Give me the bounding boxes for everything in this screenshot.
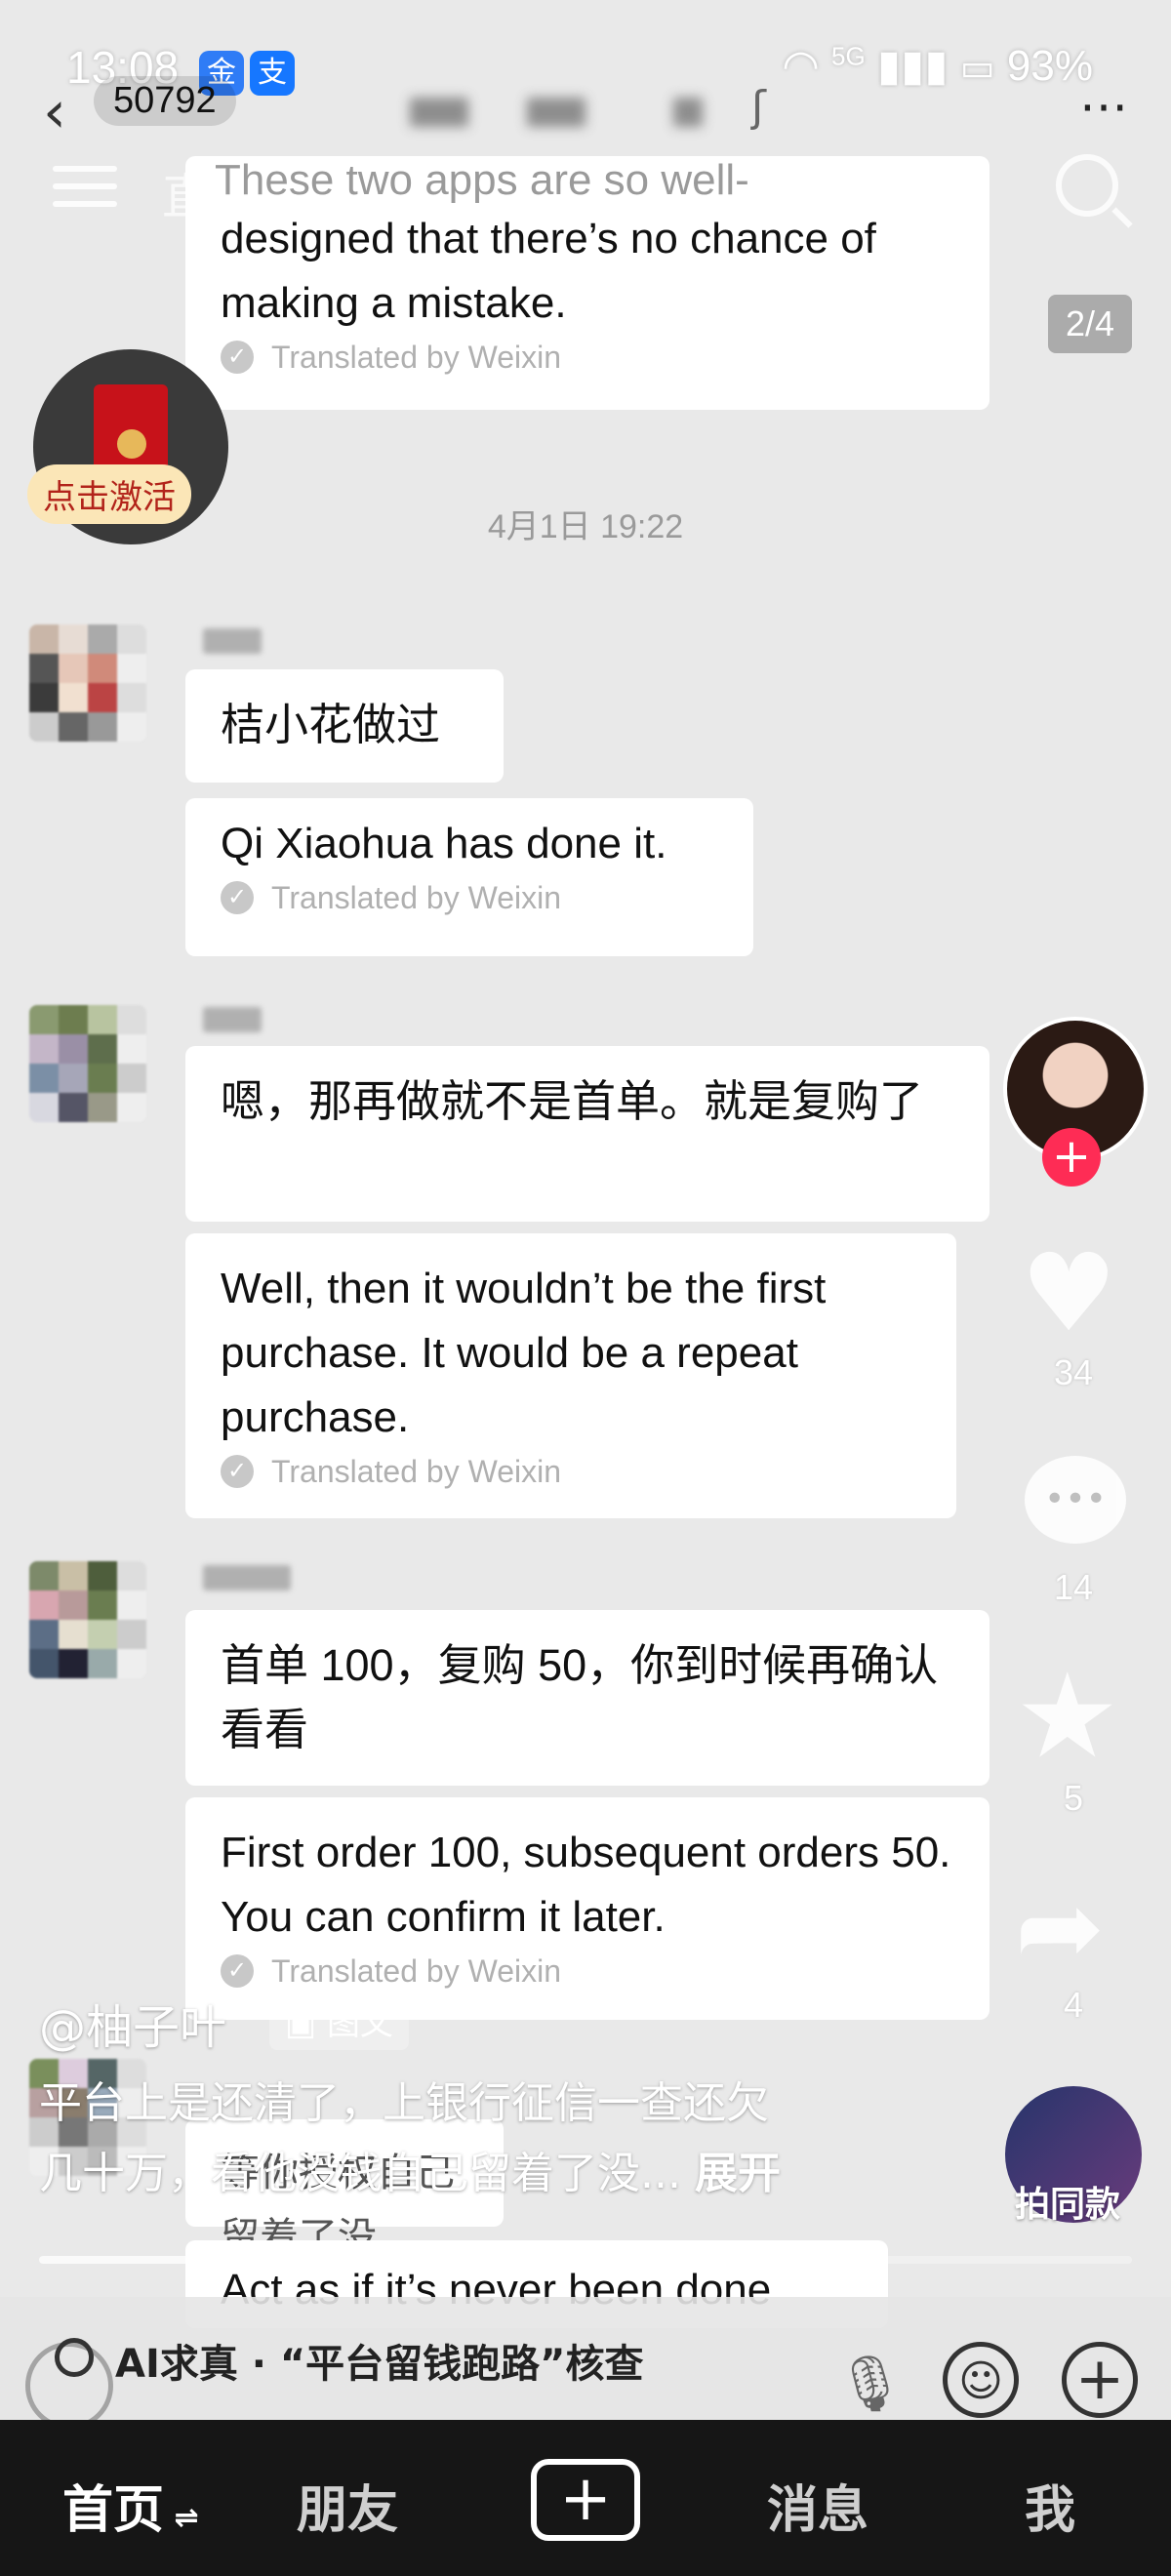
chat-bubble-translation: First order 100, subsequent orders 50. Y… (185, 1797, 989, 2020)
signal-icon: ▮▮▮ (876, 42, 949, 90)
check-icon: ✓ (221, 1455, 254, 1488)
translation-line-hidden: These two apps are so well- (215, 156, 749, 204)
share-icon[interactable]: ➦ (1015, 1873, 1105, 1981)
image-progress (39, 2256, 1132, 2264)
mic-icon[interactable]: 🎙 (835, 2352, 905, 2416)
blurred-title-2 (527, 98, 586, 127)
like-count: 34 (1053, 1352, 1094, 1392)
sender-name (203, 1007, 262, 1032)
blurred-title-3 (673, 98, 703, 127)
chat-bubble: 桔小花做过 (185, 669, 504, 783)
chat-bubble: 嗯，那再做就不是首单。就是复购了 (185, 1046, 989, 1222)
emoji-icon[interactable]: ☺ (943, 2342, 1019, 2418)
check-icon: ✓ (221, 341, 254, 374)
nav-home[interactable]: 首页 ⇌ (62, 2469, 199, 2542)
translation-text: Well, then it wouldn’t be the first purc… (221, 1265, 827, 1441)
search-icon (55, 2338, 94, 2377)
refresh-icon: ⇌ (164, 2501, 199, 2535)
chat-bubble: 首单 100，复购 50，你到时候再确认看看 (185, 1610, 989, 1786)
ai-search-text[interactable]: AI求真 · “平台留钱跑路”核查 (115, 2332, 643, 2389)
share-count: 4 (1063, 1985, 1084, 2025)
nav-friends[interactable]: 朋友 (297, 2469, 398, 2542)
chat-timestamp: 4月1日 19:22 (487, 508, 684, 545)
more-icon[interactable]: ⋯ (1079, 78, 1132, 135)
translation-line: making a mistake. (221, 279, 567, 327)
check-icon: ✓ (221, 881, 254, 914)
translated-by: ✓ Translated by Weixin (221, 876, 718, 919)
make-same-button[interactable]: 拍同款 (1015, 2176, 1120, 2227)
chat-counter: 50792 (94, 76, 236, 126)
sender-name (203, 628, 262, 654)
favorite-star-icon[interactable]: ★ (1015, 1659, 1120, 1776)
expand-link[interactable]: 展开 (695, 2149, 781, 2198)
avatar (29, 1005, 146, 1122)
comment-count: 14 (1053, 1567, 1094, 1607)
signal-label: 5G (830, 41, 866, 71)
post-type-tag: ▣ 图文 (269, 1991, 409, 2050)
blurred-title (410, 98, 468, 127)
translation-text: First order 100, subsequent orders 50. Y… (221, 1829, 951, 1941)
battery-icon: ▭ (959, 48, 995, 89)
check-icon: ✓ (221, 1954, 254, 1988)
nav-me[interactable]: 我 (1025, 2469, 1075, 2542)
translation-line: designed that there’s no chance of (221, 215, 876, 262)
sender-name (203, 1565, 291, 1590)
ear-icon: ʃ (751, 82, 766, 132)
translated-by: ✓ Translated by Weixin (221, 1950, 954, 1992)
menu-icon[interactable] (53, 166, 117, 219)
like-heart-icon[interactable]: ♥ (1021, 1239, 1117, 1347)
post-description[interactable]: 平台上是还清了，上银行征信一查还欠 几十万，看他没钱自己留着了没... 展开 (39, 2069, 898, 2209)
status-right: ◠ 5G ▮▮▮ ▭ 93% (782, 41, 1093, 91)
image-page-indicator: 2/4 (1048, 295, 1132, 353)
add-circle-icon[interactable]: + (1062, 2342, 1138, 2418)
translated-by: ✓ Translated by Weixin (221, 1450, 921, 1493)
favorite-count: 5 (1063, 1778, 1084, 1818)
translated-by: ✓ Translated by Weixin (221, 336, 954, 379)
desc-line: 几十万，看他没钱自己留着了没... 展开 (39, 2149, 781, 2198)
create-post-button[interactable]: + (531, 2459, 640, 2541)
chat-bubble-translation: Qi Xiaohua has done it. ✓ Translated by W… (185, 798, 753, 956)
desc-line: 平台上是还清了，上银行征信一查还欠 (39, 2078, 769, 2128)
author-name[interactable]: @柚子叶 (39, 1989, 226, 2057)
avatar (29, 1561, 146, 1678)
alipay-icon: 支 (250, 51, 295, 96)
nav-messages[interactable]: 消息 (767, 2469, 868, 2542)
chat-bubble-translation: Well, then it wouldn’t be the first purc… (185, 1233, 956, 1518)
search-icon[interactable] (1056, 154, 1118, 217)
image-text-icon: ▣ (285, 2004, 327, 2043)
comment-icon[interactable]: ••• (1025, 1456, 1126, 1544)
avatar (29, 624, 146, 742)
translation-text: Qi Xiaohua has done it. (221, 820, 667, 867)
follow-plus-icon[interactable]: + (1042, 1128, 1101, 1187)
back-icon[interactable]: ‹ (43, 78, 66, 146)
wifi-icon: ◠ (782, 42, 820, 90)
